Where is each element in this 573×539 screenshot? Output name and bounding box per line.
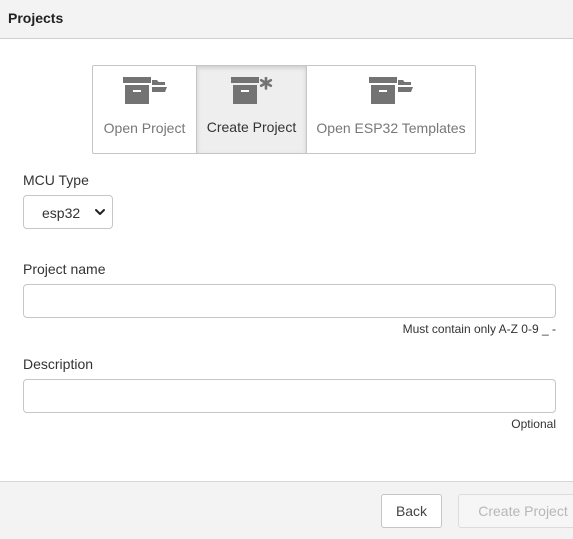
archive-asterisk-icon xyxy=(230,77,272,104)
mcu-type-select[interactable]: esp32 xyxy=(23,195,113,229)
project-mode-selector: Open Project Create Project Open ESP32 T… xyxy=(92,65,476,154)
back-button[interactable]: Back xyxy=(381,494,442,528)
description-label: Description xyxy=(23,356,94,372)
dialog-header: Projects xyxy=(0,0,573,39)
open-project-button[interactable]: Open Project xyxy=(93,66,196,153)
archive-folder-icon xyxy=(122,77,167,104)
open-project-label: Open Project xyxy=(103,120,186,136)
mcu-type-label: MCU Type xyxy=(23,172,89,188)
description-hint: Optional xyxy=(511,417,556,431)
dialog-title: Projects xyxy=(8,10,64,26)
mcu-type-value: esp32 xyxy=(42,205,81,221)
create-project-mode-button[interactable]: Create Project xyxy=(196,66,306,153)
open-templates-label: Open ESP32 Templates xyxy=(316,120,466,136)
project-name-label: Project name xyxy=(23,261,106,277)
project-name-hint: Must contain only A-Z 0-9 _ - xyxy=(402,322,556,336)
create-project-button[interactable]: Create Project xyxy=(458,494,573,528)
chevron-down-icon xyxy=(95,209,105,215)
project-name-input[interactable] xyxy=(23,284,556,318)
create-project-label: Create Project xyxy=(206,119,297,135)
archive-folder-icon xyxy=(369,77,413,104)
description-input[interactable] xyxy=(23,379,556,413)
dialog-footer: Back Create Project xyxy=(0,481,573,539)
open-templates-button[interactable]: Open ESP32 Templates xyxy=(306,66,475,153)
